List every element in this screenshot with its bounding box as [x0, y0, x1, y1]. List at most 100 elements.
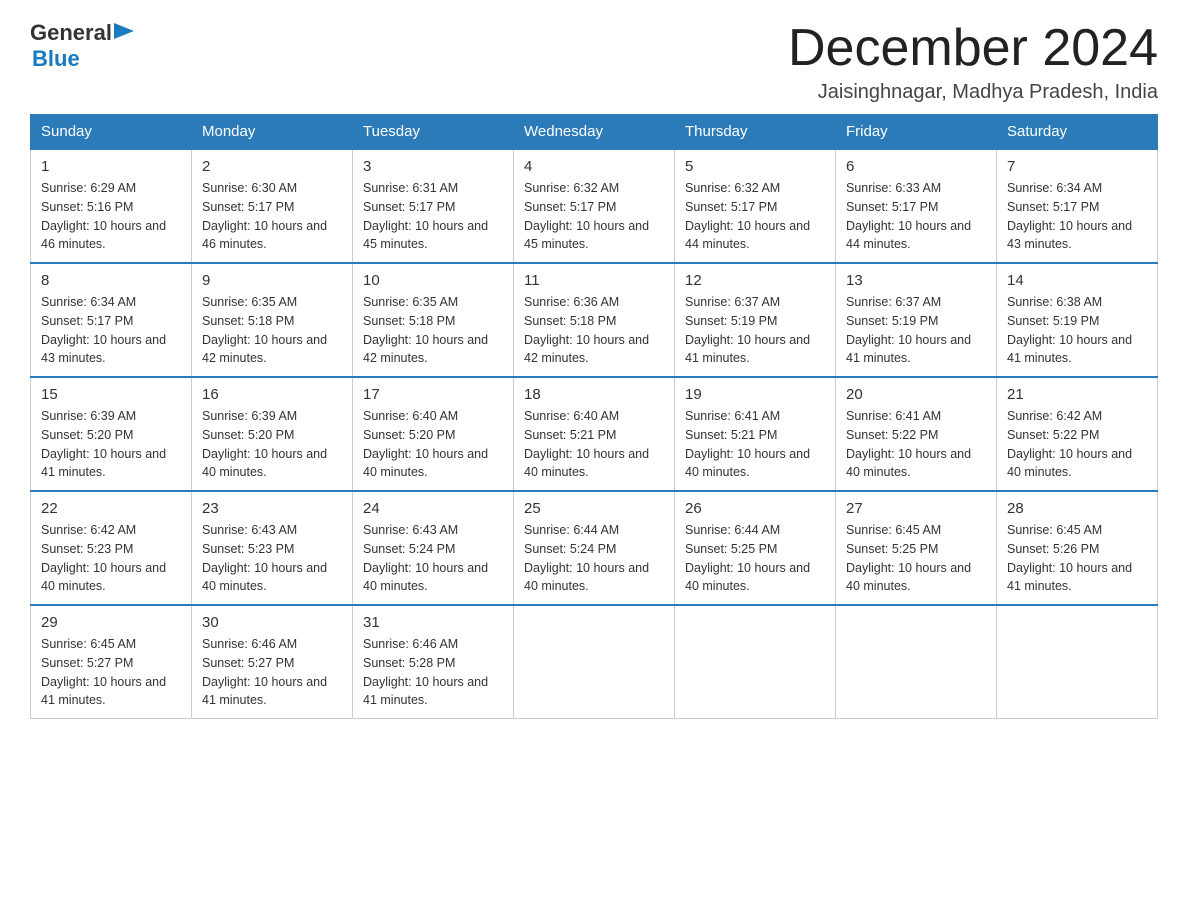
calendar-day-cell: 25 Sunrise: 6:44 AMSunset: 5:24 PMDaylig…	[514, 491, 675, 605]
day-number: 1	[41, 158, 181, 175]
calendar-day-cell: 22 Sunrise: 6:42 AMSunset: 5:23 PMDaylig…	[31, 491, 192, 605]
day-number: 3	[363, 158, 503, 175]
day-number: 13	[846, 272, 986, 289]
day-info: Sunrise: 6:41 AMSunset: 5:22 PMDaylight:…	[846, 409, 971, 479]
day-info: Sunrise: 6:38 AMSunset: 5:19 PMDaylight:…	[1007, 295, 1132, 365]
calendar-day-cell: 2 Sunrise: 6:30 AMSunset: 5:17 PMDayligh…	[192, 149, 353, 263]
day-number: 5	[685, 158, 825, 175]
day-info: Sunrise: 6:40 AMSunset: 5:21 PMDaylight:…	[524, 409, 649, 479]
day-number: 14	[1007, 272, 1147, 289]
day-number: 12	[685, 272, 825, 289]
logo-general: General	[30, 20, 112, 46]
calendar-week-row: 1 Sunrise: 6:29 AMSunset: 5:16 PMDayligh…	[31, 149, 1158, 263]
title-block: December 2024 Jaisinghnagar, Madhya Prad…	[788, 20, 1158, 104]
day-info: Sunrise: 6:32 AMSunset: 5:17 PMDaylight:…	[685, 181, 810, 251]
column-header-wednesday: Wednesday	[514, 115, 675, 150]
day-info: Sunrise: 6:39 AMSunset: 5:20 PMDaylight:…	[41, 409, 166, 479]
day-number: 9	[202, 272, 342, 289]
calendar-day-cell: 19 Sunrise: 6:41 AMSunset: 5:21 PMDaylig…	[675, 377, 836, 491]
page-header: General Blue December 2024 Jaisinghnagar…	[30, 20, 1158, 104]
calendar-day-cell: 27 Sunrise: 6:45 AMSunset: 5:25 PMDaylig…	[836, 491, 997, 605]
day-info: Sunrise: 6:42 AMSunset: 5:23 PMDaylight:…	[41, 523, 166, 593]
calendar-day-cell: 10 Sunrise: 6:35 AMSunset: 5:18 PMDaylig…	[353, 263, 514, 377]
day-info: Sunrise: 6:40 AMSunset: 5:20 PMDaylight:…	[363, 409, 488, 479]
logo-triangle-icon	[114, 21, 136, 41]
day-info: Sunrise: 6:29 AMSunset: 5:16 PMDaylight:…	[41, 181, 166, 251]
day-info: Sunrise: 6:43 AMSunset: 5:23 PMDaylight:…	[202, 523, 327, 593]
calendar-day-cell: 12 Sunrise: 6:37 AMSunset: 5:19 PMDaylig…	[675, 263, 836, 377]
day-info: Sunrise: 6:36 AMSunset: 5:18 PMDaylight:…	[524, 295, 649, 365]
day-info: Sunrise: 6:32 AMSunset: 5:17 PMDaylight:…	[524, 181, 649, 251]
day-number: 25	[524, 500, 664, 517]
empty-cell	[836, 605, 997, 719]
day-info: Sunrise: 6:45 AMSunset: 5:26 PMDaylight:…	[1007, 523, 1132, 593]
calendar-day-cell: 16 Sunrise: 6:39 AMSunset: 5:20 PMDaylig…	[192, 377, 353, 491]
day-number: 6	[846, 158, 986, 175]
calendar-header-row: SundayMondayTuesdayWednesdayThursdayFrid…	[31, 115, 1158, 150]
calendar-day-cell: 24 Sunrise: 6:43 AMSunset: 5:24 PMDaylig…	[353, 491, 514, 605]
day-info: Sunrise: 6:34 AMSunset: 5:17 PMDaylight:…	[1007, 181, 1132, 251]
calendar-day-cell: 17 Sunrise: 6:40 AMSunset: 5:20 PMDaylig…	[353, 377, 514, 491]
logo: General Blue	[30, 20, 136, 72]
calendar-day-cell: 31 Sunrise: 6:46 AMSunset: 5:28 PMDaylig…	[353, 605, 514, 719]
day-number: 24	[363, 500, 503, 517]
day-info: Sunrise: 6:41 AMSunset: 5:21 PMDaylight:…	[685, 409, 810, 479]
day-number: 15	[41, 386, 181, 403]
day-number: 11	[524, 272, 664, 289]
day-info: Sunrise: 6:33 AMSunset: 5:17 PMDaylight:…	[846, 181, 971, 251]
logo-blue: Blue	[32, 46, 80, 72]
day-info: Sunrise: 6:37 AMSunset: 5:19 PMDaylight:…	[846, 295, 971, 365]
calendar-day-cell: 3 Sunrise: 6:31 AMSunset: 5:17 PMDayligh…	[353, 149, 514, 263]
calendar-day-cell: 30 Sunrise: 6:46 AMSunset: 5:27 PMDaylig…	[192, 605, 353, 719]
column-header-thursday: Thursday	[675, 115, 836, 150]
location-subtitle: Jaisinghnagar, Madhya Pradesh, India	[788, 81, 1158, 104]
calendar-day-cell: 23 Sunrise: 6:43 AMSunset: 5:23 PMDaylig…	[192, 491, 353, 605]
day-number: 4	[524, 158, 664, 175]
day-number: 2	[202, 158, 342, 175]
day-info: Sunrise: 6:43 AMSunset: 5:24 PMDaylight:…	[363, 523, 488, 593]
calendar-day-cell: 8 Sunrise: 6:34 AMSunset: 5:17 PMDayligh…	[31, 263, 192, 377]
empty-cell	[514, 605, 675, 719]
calendar-day-cell: 4 Sunrise: 6:32 AMSunset: 5:17 PMDayligh…	[514, 149, 675, 263]
day-info: Sunrise: 6:35 AMSunset: 5:18 PMDaylight:…	[202, 295, 327, 365]
day-number: 10	[363, 272, 503, 289]
calendar-day-cell: 29 Sunrise: 6:45 AMSunset: 5:27 PMDaylig…	[31, 605, 192, 719]
calendar-day-cell: 13 Sunrise: 6:37 AMSunset: 5:19 PMDaylig…	[836, 263, 997, 377]
day-info: Sunrise: 6:45 AMSunset: 5:27 PMDaylight:…	[41, 637, 166, 707]
day-info: Sunrise: 6:44 AMSunset: 5:25 PMDaylight:…	[685, 523, 810, 593]
day-number: 21	[1007, 386, 1147, 403]
day-number: 17	[363, 386, 503, 403]
calendar-day-cell: 9 Sunrise: 6:35 AMSunset: 5:18 PMDayligh…	[192, 263, 353, 377]
day-number: 26	[685, 500, 825, 517]
calendar-day-cell: 1 Sunrise: 6:29 AMSunset: 5:16 PMDayligh…	[31, 149, 192, 263]
calendar-day-cell: 20 Sunrise: 6:41 AMSunset: 5:22 PMDaylig…	[836, 377, 997, 491]
calendar-day-cell: 6 Sunrise: 6:33 AMSunset: 5:17 PMDayligh…	[836, 149, 997, 263]
empty-cell	[997, 605, 1158, 719]
calendar-day-cell: 7 Sunrise: 6:34 AMSunset: 5:17 PMDayligh…	[997, 149, 1158, 263]
day-info: Sunrise: 6:46 AMSunset: 5:28 PMDaylight:…	[363, 637, 488, 707]
day-info: Sunrise: 6:45 AMSunset: 5:25 PMDaylight:…	[846, 523, 971, 593]
calendar-day-cell: 18 Sunrise: 6:40 AMSunset: 5:21 PMDaylig…	[514, 377, 675, 491]
day-info: Sunrise: 6:46 AMSunset: 5:27 PMDaylight:…	[202, 637, 327, 707]
calendar-table: SundayMondayTuesdayWednesdayThursdayFrid…	[30, 114, 1158, 719]
day-info: Sunrise: 6:35 AMSunset: 5:18 PMDaylight:…	[363, 295, 488, 365]
day-info: Sunrise: 6:39 AMSunset: 5:20 PMDaylight:…	[202, 409, 327, 479]
day-number: 29	[41, 614, 181, 631]
day-number: 18	[524, 386, 664, 403]
calendar-day-cell: 11 Sunrise: 6:36 AMSunset: 5:18 PMDaylig…	[514, 263, 675, 377]
day-number: 28	[1007, 500, 1147, 517]
day-number: 7	[1007, 158, 1147, 175]
day-info: Sunrise: 6:44 AMSunset: 5:24 PMDaylight:…	[524, 523, 649, 593]
day-number: 8	[41, 272, 181, 289]
calendar-week-row: 8 Sunrise: 6:34 AMSunset: 5:17 PMDayligh…	[31, 263, 1158, 377]
day-number: 22	[41, 500, 181, 517]
empty-cell	[675, 605, 836, 719]
calendar-week-row: 22 Sunrise: 6:42 AMSunset: 5:23 PMDaylig…	[31, 491, 1158, 605]
day-number: 31	[363, 614, 503, 631]
day-number: 20	[846, 386, 986, 403]
calendar-day-cell: 5 Sunrise: 6:32 AMSunset: 5:17 PMDayligh…	[675, 149, 836, 263]
month-year-title: December 2024	[788, 20, 1158, 77]
day-info: Sunrise: 6:30 AMSunset: 5:17 PMDaylight:…	[202, 181, 327, 251]
calendar-week-row: 29 Sunrise: 6:45 AMSunset: 5:27 PMDaylig…	[31, 605, 1158, 719]
column-header-saturday: Saturday	[997, 115, 1158, 150]
